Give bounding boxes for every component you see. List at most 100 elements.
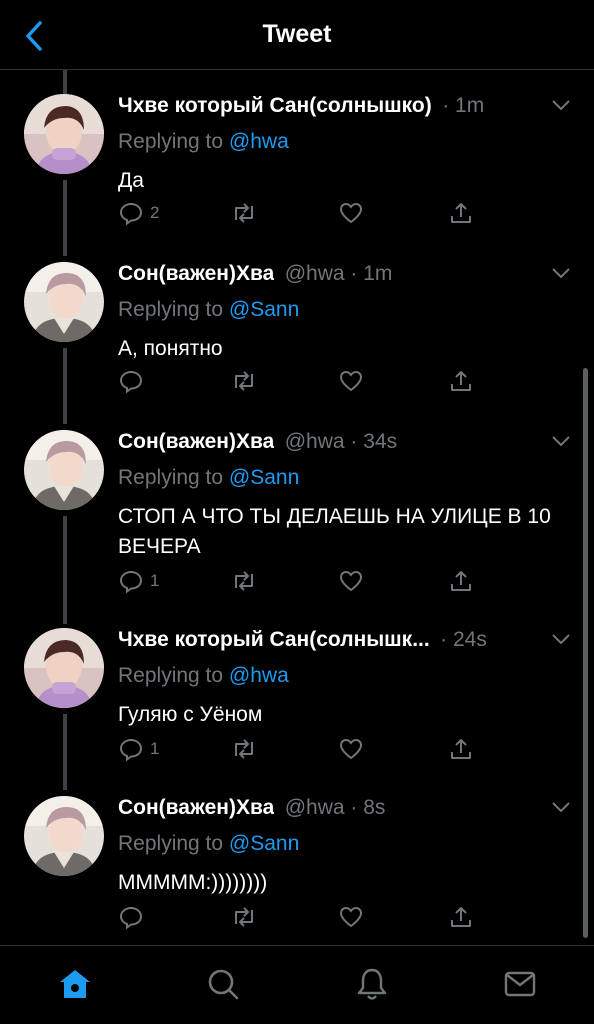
- share-icon: [451, 739, 471, 759]
- tweet-meta: @hwa · 1m: [284, 262, 393, 285]
- tab-home[interactable]: [55, 964, 95, 1004]
- retweet-button[interactable]: [230, 566, 258, 596]
- tweet-meta: @hwa · 8s: [284, 796, 386, 819]
- retweet-button[interactable]: [230, 734, 258, 764]
- thread-line: [63, 180, 67, 256]
- reply-icon: [119, 202, 143, 226]
- tweet-text: Да: [118, 169, 144, 192]
- like-button[interactable]: [338, 734, 364, 764]
- san-avatar-image: [24, 94, 104, 174]
- display-name[interactable]: Сон(важен)Хва: [118, 796, 274, 820]
- tab-messages[interactable]: [500, 964, 540, 1004]
- reply-handle-link[interactable]: @Sann: [229, 298, 299, 321]
- retweet-button[interactable]: [230, 902, 258, 932]
- chevron-down-icon[interactable]: [550, 94, 572, 116]
- avatar[interactable]: [24, 262, 104, 342]
- avatar[interactable]: [24, 430, 104, 510]
- heart-icon: [339, 202, 363, 224]
- reply-count: 1: [150, 571, 160, 590]
- thread-line: [63, 70, 67, 96]
- share-button[interactable]: [448, 198, 474, 228]
- tweet-text: МММММ:)))))))): [118, 871, 268, 894]
- reply-button[interactable]: 1: [118, 734, 159, 764]
- reply-icon: [119, 738, 143, 762]
- display-name[interactable]: Чхве который Сан(солнышк...: [118, 628, 430, 652]
- reply-icon: [119, 570, 143, 594]
- share-icon: [451, 371, 471, 391]
- tweet-meta: @hwa · 34s: [284, 430, 398, 453]
- display-name[interactable]: Сон(важен)Хва: [118, 430, 274, 454]
- like-button[interactable]: [338, 902, 364, 932]
- reply-handle-link[interactable]: @Sann: [229, 832, 299, 855]
- retweet-icon: [235, 371, 253, 391]
- page-title: Tweet: [262, 20, 332, 48]
- replying-prefix: Replying to: [118, 832, 224, 855]
- scrollbar[interactable]: [583, 368, 588, 938]
- chevron-down-icon[interactable]: [550, 430, 572, 452]
- hwa-avatar-image: [24, 430, 104, 510]
- reply-count: 2: [150, 203, 160, 222]
- chevron-down-icon[interactable]: [550, 796, 572, 818]
- tweet-text: А, понятно: [118, 337, 223, 360]
- reply-handle-link[interactable]: @hwa: [229, 130, 289, 153]
- avatar[interactable]: [24, 94, 104, 174]
- share-icon: [451, 571, 471, 591]
- thread-line: [63, 714, 67, 790]
- replying-prefix: Replying to: [118, 466, 224, 489]
- heart-icon: [339, 370, 363, 392]
- avatar[interactable]: [24, 796, 104, 876]
- share-button[interactable]: [448, 734, 474, 764]
- heart-icon: [339, 570, 363, 592]
- replying-to: Replying to @Sann: [118, 294, 574, 326]
- tab-notifications[interactable]: [352, 964, 392, 1004]
- reply-icon: [119, 370, 143, 394]
- heart-icon: [339, 738, 363, 760]
- reply-button[interactable]: [118, 366, 150, 396]
- share-button[interactable]: [448, 566, 474, 596]
- like-button[interactable]: [338, 198, 364, 228]
- home-icon: [60, 970, 90, 998]
- reply-button[interactable]: 1: [118, 566, 159, 596]
- reply-icon: [119, 906, 143, 930]
- tweet-actions: 2: [118, 198, 498, 228]
- tweet-text: Гуляю с Уёном: [118, 703, 263, 726]
- retweet-button[interactable]: [230, 366, 258, 396]
- reply-count: 1: [150, 739, 160, 758]
- avatar[interactable]: [24, 628, 104, 708]
- retweet-icon: [235, 203, 253, 223]
- chevron-down-icon[interactable]: [550, 628, 572, 650]
- heart-icon: [339, 906, 363, 928]
- replying-prefix: Replying to: [118, 130, 224, 153]
- share-button[interactable]: [448, 902, 474, 932]
- hwa-avatar-image: [24, 262, 104, 342]
- tab-search[interactable]: [203, 964, 243, 1004]
- search-icon: [208, 969, 239, 1000]
- thread-line: [63, 348, 67, 424]
- replying-to: Replying to @Sann: [118, 828, 574, 860]
- reply-button[interactable]: 2: [118, 198, 159, 228]
- reply-handle-link[interactable]: @hwa: [229, 664, 289, 687]
- like-button[interactable]: [338, 566, 364, 596]
- replying-to: Replying to @hwa: [118, 660, 574, 692]
- thread-line: [63, 516, 67, 624]
- tweet-actions: 1: [118, 566, 498, 596]
- replying-to: Replying to @Sann: [118, 462, 574, 494]
- share-icon: [451, 203, 471, 223]
- replying-prefix: Replying to: [118, 664, 224, 687]
- bottom-tab-bar: [0, 945, 594, 1024]
- reply-handle-link[interactable]: @Sann: [229, 466, 299, 489]
- display-name[interactable]: Сон(важен)Хва: [118, 262, 274, 286]
- like-button[interactable]: [338, 366, 364, 396]
- retweet-icon: [235, 907, 253, 927]
- reply-button[interactable]: [118, 902, 150, 932]
- display-name[interactable]: Чхве который Сан(солнышко): [118, 94, 432, 118]
- tweet-meta: · 24s: [440, 628, 487, 651]
- replying-prefix: Replying to: [118, 298, 224, 321]
- share-button[interactable]: [448, 366, 474, 396]
- chevron-down-icon[interactable]: [550, 262, 572, 284]
- notifications-icon: [357, 968, 387, 1000]
- replying-to: Replying to @hwa: [118, 126, 574, 158]
- retweet-button[interactable]: [230, 198, 258, 228]
- tweet-text: СТОП А ЧТО ТЫ ДЕЛАЕШЬ НА УЛИЦЕ В 10 ВЕЧЕ…: [118, 505, 551, 558]
- san-avatar-image: [24, 628, 104, 708]
